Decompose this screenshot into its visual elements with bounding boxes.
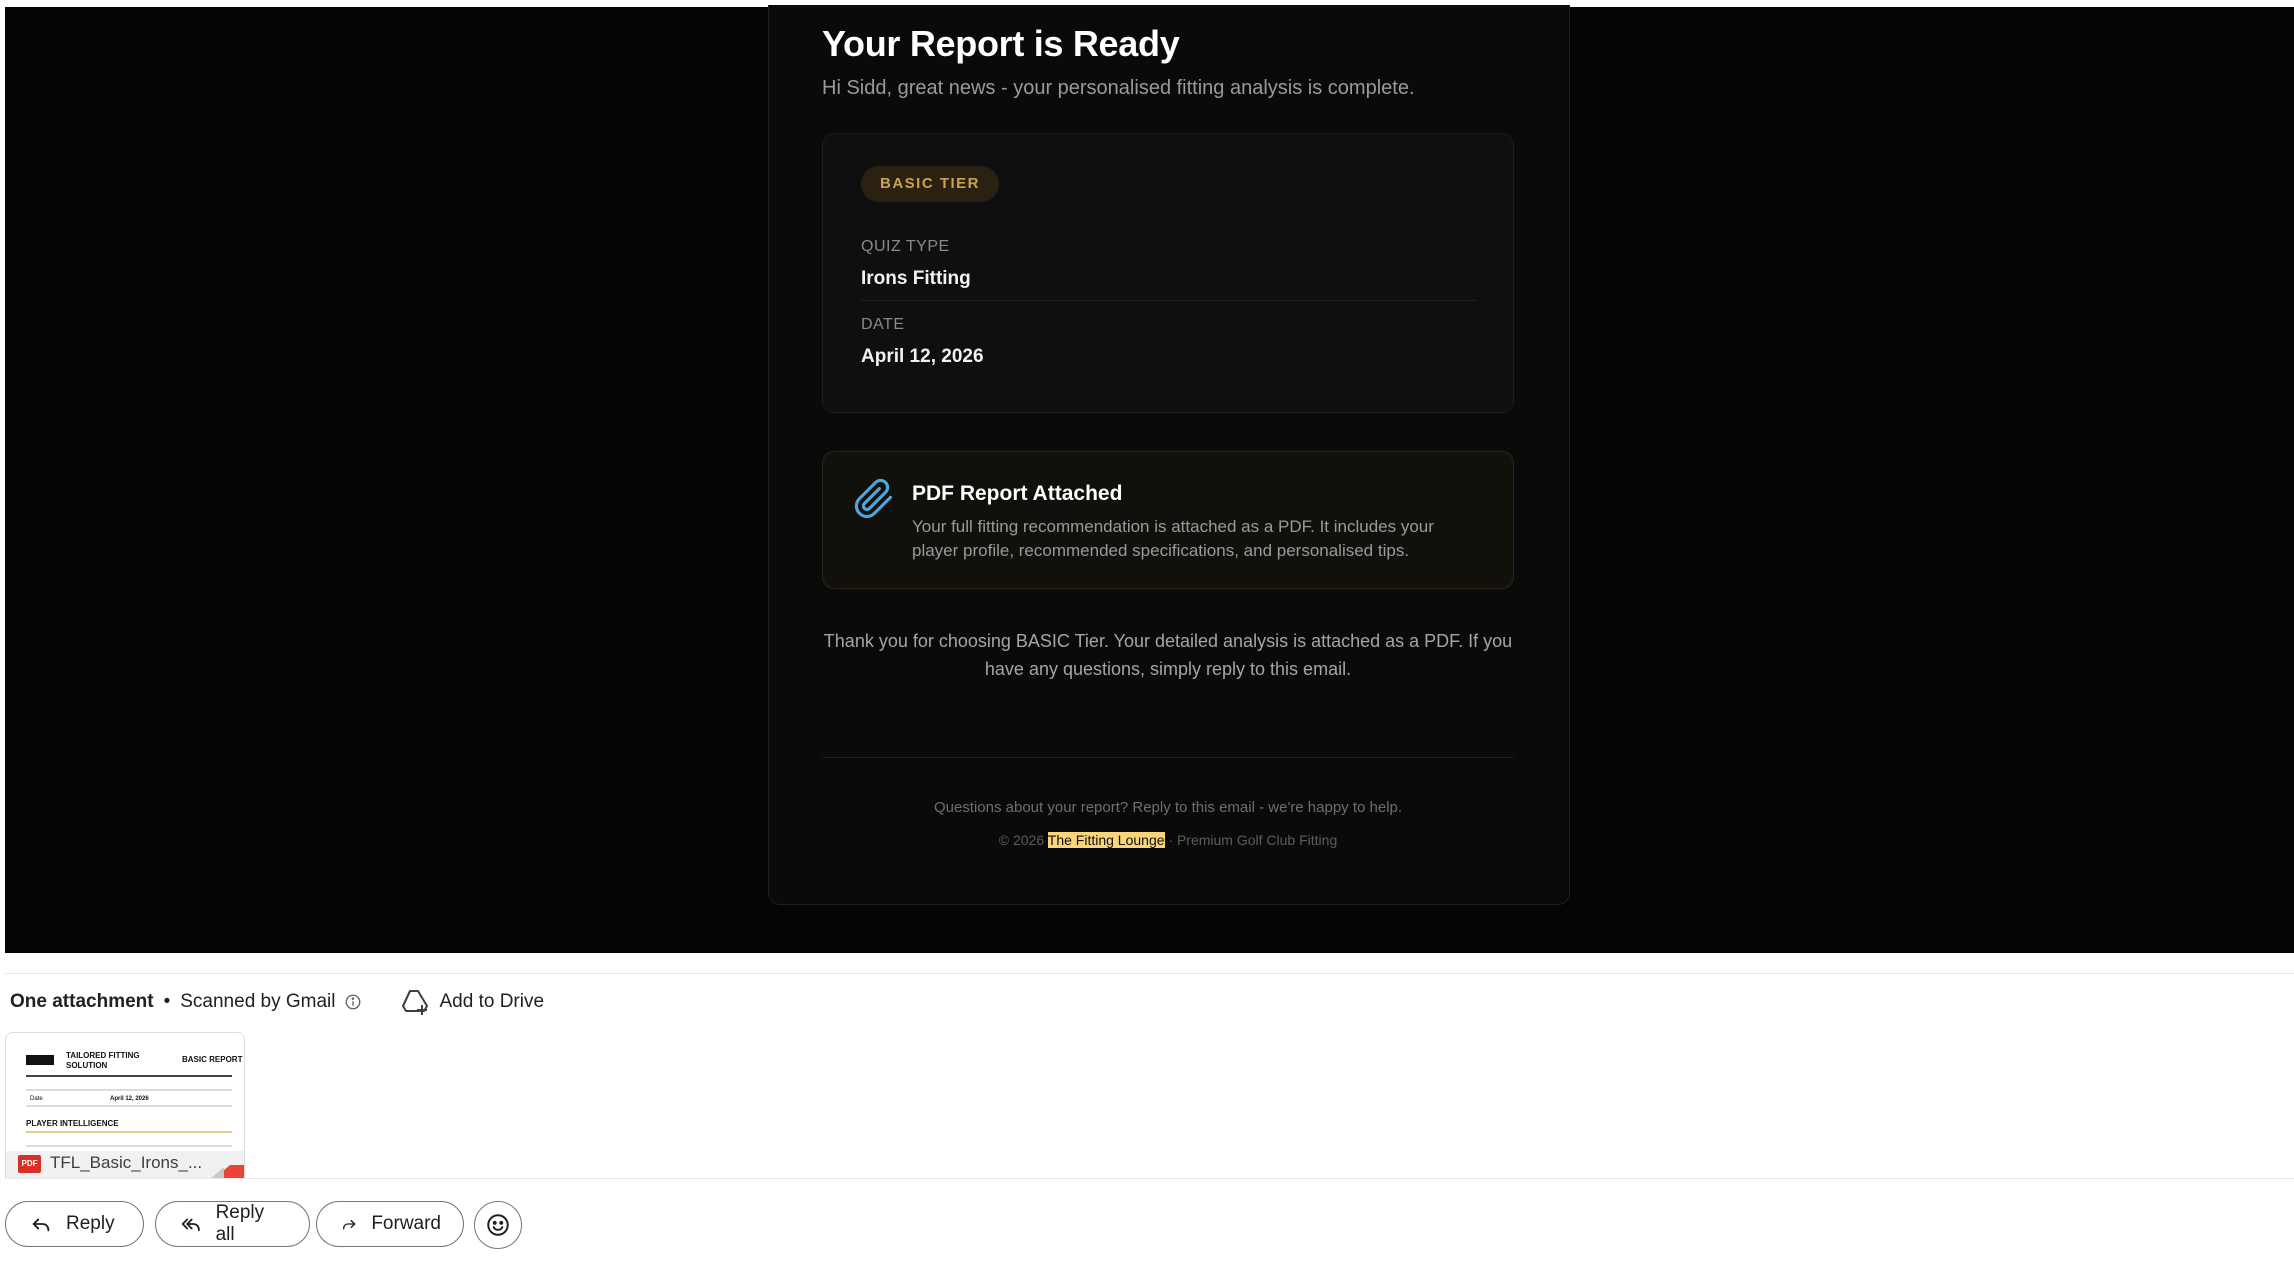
email-card: Your Report is Ready Hi Sidd, great news… <box>768 5 1570 905</box>
thanks-text: Thank you for choosing BASIC Tier. Your … <box>823 631 1513 679</box>
preview-report-label: BASIC REPORT <box>182 1055 243 1064</box>
add-to-drive-label: Add to Drive <box>439 991 545 1012</box>
copyright-year: © 2026 <box>998 832 1045 848</box>
date-label: DATE <box>861 316 905 333</box>
brand-name-highlight: The Fitting Lounge <box>1047 832 1165 848</box>
preview-section-title: PLAYER INTELLIGENCE <box>26 1119 119 1128</box>
pdf-file-icon: PDF <box>18 1155 41 1173</box>
preview-heading-line2: SOLUTION <box>66 1061 108 1070</box>
date-value: April 12, 2026 <box>861 346 984 367</box>
footer-divider <box>822 757 1514 758</box>
preview-date-label: Date <box>30 1096 43 1102</box>
preview-rule <box>26 1075 232 1077</box>
email-body: Your Report is Ready Hi Sidd, great news… <box>5 5 2294 953</box>
reply-all-button[interactable]: Reply all <box>155 1201 310 1247</box>
reply-icon <box>32 1218 50 1232</box>
preview-rule <box>26 1145 232 1147</box>
page-fold-corner-icon <box>211 1165 244 1178</box>
info-icon[interactable] <box>344 993 362 1011</box>
preview-rule <box>26 1105 232 1107</box>
attachment-divider <box>5 973 2294 974</box>
reply-all-label: Reply all <box>215 1202 265 1245</box>
forward-icon <box>343 1219 356 1230</box>
greeting-text: Hi Sidd, great news - your personalised … <box>822 77 1415 99</box>
reply-button[interactable]: Reply <box>5 1201 144 1247</box>
attachment-count: One attachment <box>10 991 154 1012</box>
preview-logo <box>26 1055 54 1065</box>
reply-label: Reply <box>66 1213 115 1234</box>
pdf-attached-notice: PDF Report Attached Your full fitting re… <box>822 451 1514 589</box>
report-title: Your Report is Ready <box>822 23 1180 64</box>
pdf-notice-body: Your full fitting recommendation is atta… <box>912 517 1434 560</box>
separator-dot: • <box>163 991 171 1012</box>
paperclip-icon <box>854 478 893 519</box>
reply-all-icon <box>181 1218 200 1232</box>
report-info-panel: BASIC TIER QUIZ TYPE Irons Fitting DATE … <box>822 133 1514 413</box>
attachment-header: One attachment • Scanned by Gmail Add to… <box>10 988 544 1016</box>
forward-label: Forward <box>371 1213 441 1234</box>
add-to-drive-button[interactable]: Add to Drive <box>400 988 545 1016</box>
copyright-tagline: · Premium Golf Club Fitting <box>1168 832 1338 848</box>
emoji-reaction-button[interactable] <box>474 1201 522 1249</box>
footer-question: Questions about your report? Reply to th… <box>933 799 1403 816</box>
forward-button[interactable]: Forward <box>316 1201 464 1247</box>
quiz-type-value: Irons Fitting <box>861 268 971 289</box>
attachment-card[interactable]: TAILORED FITTING SOLUTION BASIC REPORT D… <box>5 1032 245 1178</box>
pdf-notice-title: PDF Report Attached <box>912 482 1123 505</box>
scanned-label: Scanned by Gmail <box>180 991 336 1012</box>
preview-heading-line1: TAILORED FITTING <box>66 1051 140 1060</box>
attachment-filename: TFL_Basic_Irons_... <box>50 1153 203 1172</box>
pdf-preview-thumbnail: TAILORED FITTING SOLUTION BASIC REPORT D… <box>6 1033 244 1153</box>
preview-rule <box>26 1089 232 1091</box>
meta-divider <box>861 300 1477 301</box>
quiz-type-label: QUIZ TYPE <box>861 238 950 255</box>
preview-accent-rule <box>26 1131 232 1133</box>
tier-badge: BASIC TIER <box>861 166 1000 202</box>
emoji-reaction-icon <box>487 1214 509 1236</box>
attachment-name-row: PDF TFL_Basic_Irons_... <box>6 1151 244 1178</box>
drive-add-icon <box>401 990 428 1015</box>
reply-action-bar: Reply Reply all Forward <box>5 1179 2294 1268</box>
preview-date-value: April 12, 2026 <box>110 1096 149 1102</box>
footer-copyright: © 2026 The Fitting Lounge · Premium Golf… <box>822 832 1514 848</box>
